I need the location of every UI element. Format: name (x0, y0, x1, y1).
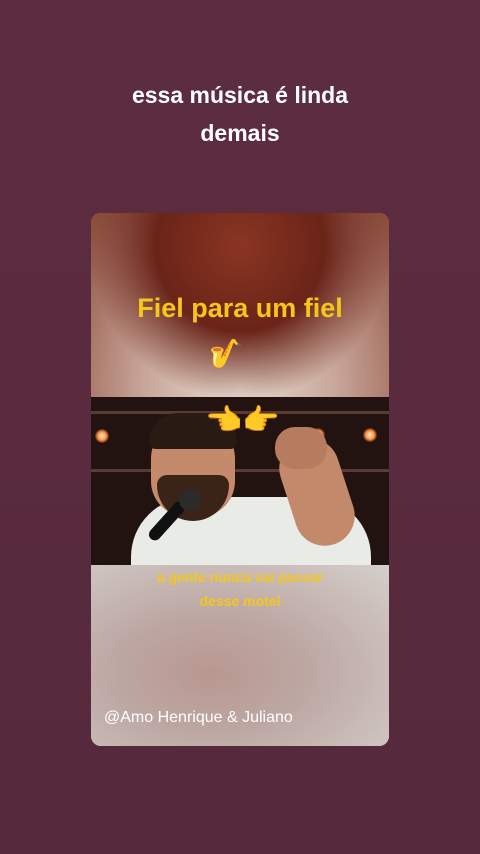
singer-photo: 👈👉 (91, 397, 389, 565)
microphone-head (179, 489, 201, 511)
pointing-hands-icon: 👈👉 (205, 404, 280, 437)
post-caption: essa música é linda demais (131, 82, 349, 146)
lyric-text: a gente nunca vai passar desse motel (156, 569, 324, 609)
story-card[interactable]: Fiel para um fiel 🎷 👈👉 a gente nunca vai… (91, 213, 389, 746)
stage-light (95, 429, 109, 443)
song-title: Fiel para um fiel (137, 293, 343, 323)
credit-handle[interactable]: @Amo Henrique & Juliano (104, 709, 293, 727)
stage-rail (91, 469, 389, 472)
singer-hand (275, 427, 327, 469)
saxophone-icon: 🎷 (209, 338, 244, 369)
stage-light (363, 428, 377, 442)
